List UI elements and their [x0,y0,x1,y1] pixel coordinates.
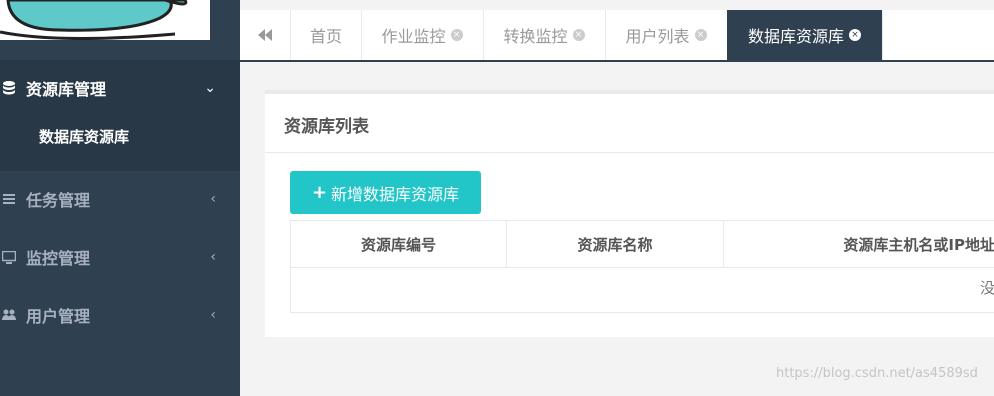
tab-label: 转换监控 [503,27,568,46]
panel-title: 资源库列表 [284,117,369,137]
sidebar-item-repository[interactable]: 资源库管理 ⌄ [0,70,240,106]
sidebar-item-label: 用户管理 [26,307,91,326]
plus-icon: + [311,182,328,203]
empty-table-message: 没 [979,279,994,297]
tab-label: 用户列表 [625,27,690,46]
column-header-id[interactable]: 资源库编号 [291,221,507,267]
database-icon [2,81,16,95]
tab-db-repository[interactable]: 数据库资源库 × [727,10,883,60]
tab-job-monitor[interactable]: 作业监控 × [361,10,484,60]
repository-list-panel: 资源库列表 + 新增数据库资源库 资源库编号 资源库名称 资源库主机名或IP地址… [265,90,994,337]
sidebar-item-monitoring[interactable]: 监控管理 ‹ [0,239,240,275]
close-icon[interactable]: × [849,29,861,41]
logo [0,0,210,40]
tab-label: 作业监控 [381,27,446,46]
watermark: https://blog.csdn.net/as4589sd [776,366,978,381]
chevron-down-icon: ⌄ [204,80,216,96]
sidebar-item-label: 任务管理 [26,191,91,210]
sidebar: 资源库管理 ⌄ 数据库资源库 任务管理 ‹ 监控管理 ‹ 用户管理 ‹ [0,0,240,396]
tab-label: 首页 [309,27,342,46]
chevron-left-icon: ‹ [210,249,216,265]
sidebar-item-tasks[interactable]: 任务管理 ‹ [0,181,240,217]
tab-scroll-left-button[interactable] [240,10,291,60]
sidebar-item-label: 资源库管理 [26,80,107,99]
logo-image [0,0,188,40]
list-icon [2,192,16,206]
tab-label: 数据库资源库 [747,27,844,46]
tab-transform-monitor[interactable]: 转换监控 × [483,10,606,60]
chevron-left-icon: ‹ [210,191,216,207]
add-db-repository-button[interactable]: + 新增数据库资源库 [290,171,481,214]
close-icon[interactable]: × [572,29,585,41]
divider [291,267,994,268]
repository-table: 资源库编号 资源库名称 资源库主机名或IP地址 没 [290,220,994,313]
tab-user-list[interactable]: 用户列表 × [605,10,728,60]
button-label: 新增数据库资源库 [331,184,460,204]
close-icon[interactable]: × [450,29,463,41]
column-header-host[interactable]: 资源库主机名或IP地址 [724,221,994,267]
desktop-icon [2,250,16,264]
double-chevron-left-icon [258,29,272,41]
users-icon [2,308,16,322]
close-icon[interactable]: × [694,29,707,41]
divider [265,152,994,153]
sidebar-item-users[interactable]: 用户管理 ‹ [0,297,240,333]
tab-home[interactable]: 首页 [291,10,362,60]
column-header-name[interactable]: 资源库名称 [507,221,724,267]
sidebar-subitem-db-repository[interactable]: 数据库资源库 [39,126,129,147]
sidebar-item-label: 监控管理 [26,249,91,268]
chevron-left-icon: ‹ [210,307,216,323]
tab-bar: 首页 作业监控 × 转换监控 × 用户列表 × 数据库资源库 × [240,10,994,62]
